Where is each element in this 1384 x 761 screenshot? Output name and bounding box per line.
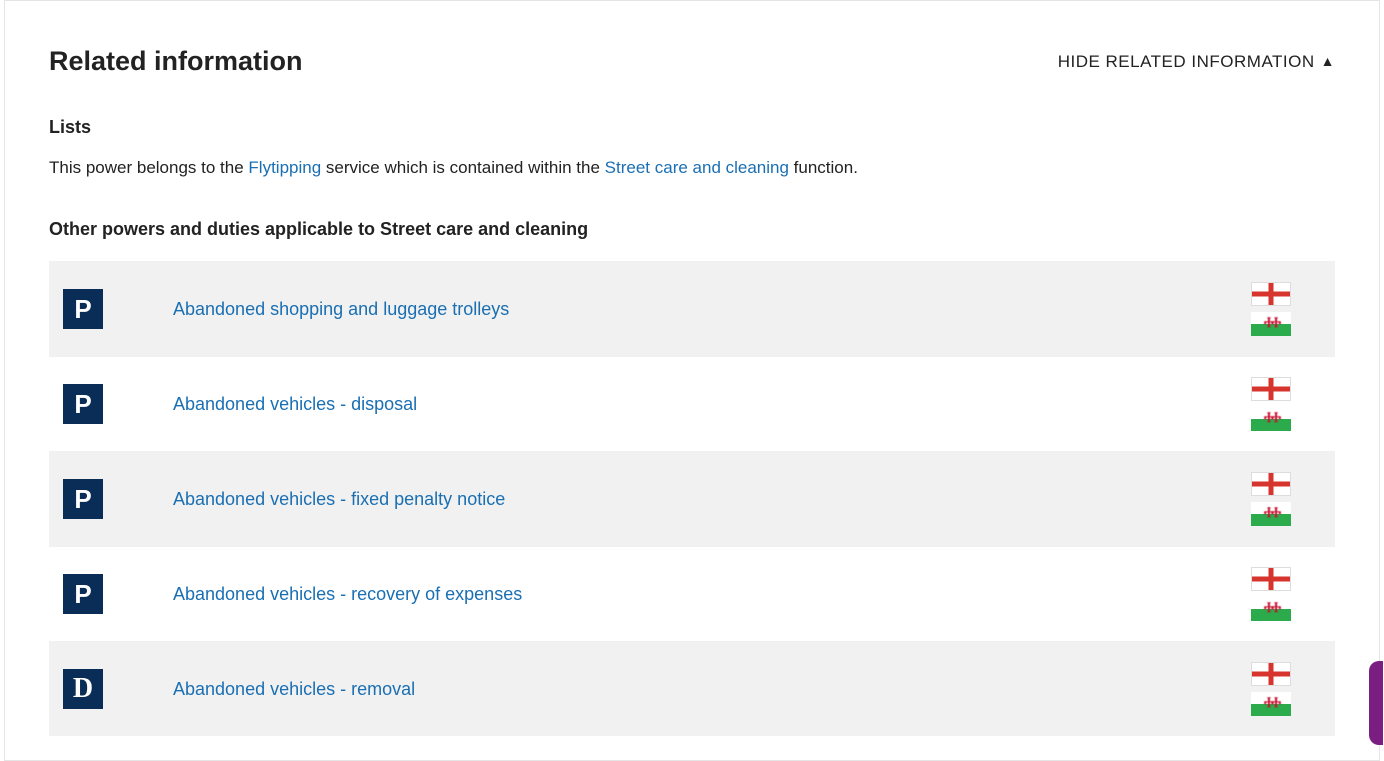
wales-flag-icon: ⰀⰀ (1251, 597, 1291, 621)
list-item: P Abandoned vehicles - disposalⰀⰀ (49, 356, 1335, 451)
header-row: Related information HIDE RELATED INFORMA… (49, 41, 1335, 82)
duty-badge-icon: D (63, 669, 103, 709)
power-link[interactable]: Abandoned vehicles - disposal (173, 391, 1251, 418)
wales-flag-icon: ⰀⰀ (1251, 502, 1291, 526)
section-title: Related information (49, 41, 303, 82)
intro-text-prefix: This power belongs to the (49, 158, 248, 177)
power-link[interactable]: Abandoned vehicles - fixed penalty notic… (173, 486, 1251, 513)
england-flag-icon (1251, 282, 1291, 306)
wales-flag-icon: ⰀⰀ (1251, 407, 1291, 431)
england-flag-icon (1251, 472, 1291, 496)
related-info-panel: Related information HIDE RELATED INFORMA… (4, 0, 1380, 761)
jurisdiction-flags: ⰀⰀ (1251, 472, 1291, 526)
power-link[interactable]: Abandoned vehicles - removal (173, 676, 1251, 703)
intro-paragraph: This power belongs to the Flytipping ser… (49, 155, 1335, 181)
other-powers-heading: Other powers and duties applicable to St… (49, 216, 1335, 243)
street-care-link[interactable]: Street care and cleaning (605, 158, 789, 177)
list-item: P Abandoned vehicles - recovery of expens… (49, 546, 1335, 641)
list-item: P Abandoned vehicles - fixed penalty noti… (49, 451, 1335, 546)
jurisdiction-flags: ⰀⰀ (1251, 662, 1291, 716)
jurisdiction-flags: ⰀⰀ (1251, 567, 1291, 621)
power-badge-icon: P (63, 289, 103, 329)
collapse-up-icon: ▲ (1321, 51, 1335, 72)
list-item: P Abandoned shopping and luggage trolleys… (49, 262, 1335, 356)
jurisdiction-flags: ⰀⰀ (1251, 377, 1291, 431)
england-flag-icon (1251, 662, 1291, 686)
intro-text-suffix: function. (789, 158, 858, 177)
wales-flag-icon: ⰀⰀ (1251, 692, 1291, 716)
lists-heading: Lists (49, 114, 1335, 141)
power-badge-icon: P (63, 479, 103, 519)
intro-text-mid: service which is contained within the (321, 158, 604, 177)
powers-list: P Abandoned shopping and luggage trolleys… (49, 261, 1335, 736)
england-flag-icon (1251, 377, 1291, 401)
list-item: D Abandoned vehicles - removalⰀⰀ (49, 641, 1335, 736)
feedback-widget-tab[interactable] (1369, 661, 1383, 745)
hide-related-label: HIDE RELATED INFORMATION (1058, 49, 1315, 75)
power-link[interactable]: Abandoned shopping and luggage trolleys (173, 296, 1251, 323)
power-badge-icon: P (63, 574, 103, 614)
wales-flag-icon: ⰀⰀ (1251, 312, 1291, 336)
power-link[interactable]: Abandoned vehicles - recovery of expense… (173, 581, 1251, 608)
hide-related-toggle[interactable]: HIDE RELATED INFORMATION ▲ (1058, 49, 1335, 75)
jurisdiction-flags: ⰀⰀ (1251, 282, 1291, 336)
england-flag-icon (1251, 567, 1291, 591)
flytipping-link[interactable]: Flytipping (248, 158, 321, 177)
power-badge-icon: P (63, 384, 103, 424)
